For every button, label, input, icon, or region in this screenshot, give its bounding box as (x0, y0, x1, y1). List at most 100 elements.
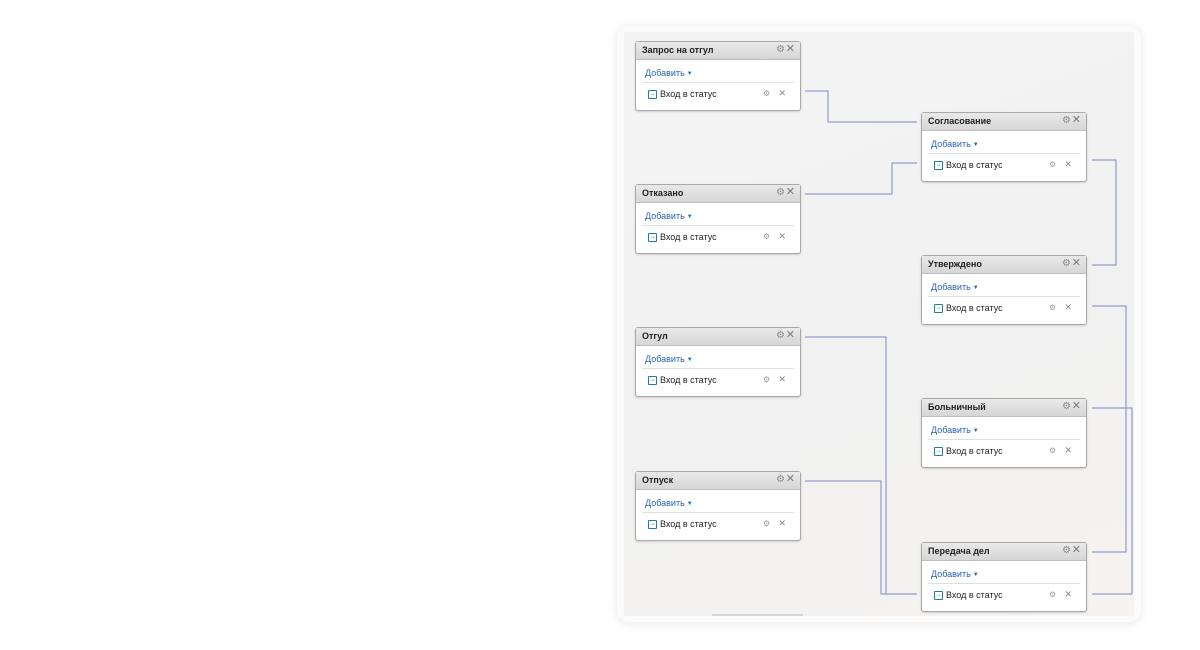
action-label: Вход в статус (660, 232, 717, 242)
gear-icon[interactable]: ⚙ (1049, 303, 1056, 312)
close-icon[interactable]: ✕ (778, 374, 786, 385)
close-icon[interactable]: ✕ (1072, 114, 1081, 127)
gear-icon[interactable]: ⚙ (1049, 590, 1056, 599)
status-node-bolnichny[interactable]: Больничный ⚙ ✕ Добавить ▼ → Вход в статус… (921, 398, 1087, 468)
status-node-otpusk[interactable]: Отпуск ⚙ ✕ Добавить ▼ → Вход в статус ⚙ ✕ (635, 471, 801, 541)
divider (928, 439, 1080, 440)
add-dropdown[interactable]: Добавить ▼ (645, 498, 693, 508)
gear-icon[interactable]: ⚙ (1049, 446, 1056, 455)
gear-icon[interactable]: ⚙ (763, 375, 770, 384)
enter-status-icon: → (934, 447, 943, 456)
close-icon[interactable]: ✕ (778, 231, 786, 242)
close-icon[interactable]: ✕ (1064, 445, 1072, 456)
gear-icon[interactable]: ⚙ (1049, 160, 1056, 169)
node-header[interactable]: Отказано ⚙ ✕ (636, 185, 800, 203)
action-label: Вход в статус (660, 519, 717, 529)
enter-status-icon: → (648, 520, 657, 529)
node-header[interactable]: Отпуск ⚙ ✕ (636, 472, 800, 490)
action-row-enter-status[interactable]: → Вход в статус ⚙ ✕ (648, 518, 794, 531)
add-dropdown[interactable]: Добавить ▼ (931, 569, 979, 579)
divider (642, 225, 794, 226)
add-dropdown[interactable]: Добавить ▼ (931, 425, 979, 435)
caret-down-icon: ▼ (972, 285, 979, 291)
close-icon[interactable]: ✕ (1072, 544, 1081, 557)
caret-down-icon: ▼ (686, 214, 693, 220)
close-icon[interactable]: ✕ (786, 473, 795, 486)
add-label: Добавить (645, 498, 685, 508)
caret-down-icon: ▼ (686, 357, 693, 363)
add-label: Добавить (931, 569, 971, 579)
action-label: Вход в статус (946, 590, 1003, 600)
add-dropdown[interactable]: Добавить ▼ (645, 68, 693, 78)
add-label: Добавить (931, 425, 971, 435)
action-row-enter-status[interactable]: → Вход в статус ⚙ ✕ (934, 159, 1080, 172)
node-title: Запрос на отгул (642, 45, 714, 55)
enter-status-icon: → (648, 90, 657, 99)
node-header[interactable]: Больничный ⚙ ✕ (922, 399, 1086, 417)
gear-icon[interactable]: ⚙ (763, 89, 770, 98)
node-title: Согласование (928, 116, 992, 126)
status-node-otgul[interactable]: Отгул ⚙ ✕ Добавить ▼ → Вход в статус ⚙ ✕ (635, 327, 801, 397)
status-node-utverzhdeno[interactable]: Утверждено ⚙ ✕ Добавить ▼ → Вход в статус… (921, 255, 1087, 325)
action-row-enter-status[interactable]: → Вход в статус ⚙ ✕ (934, 302, 1080, 315)
close-icon[interactable]: ✕ (1064, 589, 1072, 600)
close-icon[interactable]: ✕ (786, 43, 795, 56)
close-icon[interactable]: ✕ (778, 518, 786, 529)
node-header[interactable]: Утверждено ⚙ ✕ (922, 256, 1086, 274)
node-header[interactable]: Запрос на отгул ⚙ ✕ (636, 42, 800, 60)
add-label: Добавить (931, 282, 971, 292)
add-label: Добавить (931, 139, 971, 149)
caret-down-icon: ▼ (972, 142, 979, 148)
status-node-peredacha-del[interactable]: Передача дел ⚙ ✕ Добавить ▼ → Вход в стат… (921, 542, 1087, 612)
action-row-enter-status[interactable]: → Вход в статус ⚙ ✕ (934, 589, 1080, 602)
gear-icon[interactable]: ⚙ (776, 474, 785, 486)
node-title: Отпуск (642, 475, 674, 485)
gear-icon[interactable]: ⚙ (1062, 258, 1071, 270)
action-row-enter-status[interactable]: → Вход в статус ⚙ ✕ (934, 445, 1080, 458)
divider (642, 82, 794, 83)
gear-icon[interactable]: ⚙ (763, 519, 770, 528)
status-node-zapros[interactable]: Запрос на отгул ⚙ ✕ Добавить ▼ → Вход в с… (635, 41, 801, 111)
add-dropdown[interactable]: Добавить ▼ (931, 282, 979, 292)
close-icon[interactable]: ✕ (786, 329, 795, 342)
action-row-enter-status[interactable]: → Вход в статус ⚙ ✕ (648, 231, 794, 244)
node-header[interactable]: Передача дел ⚙ ✕ (922, 543, 1086, 561)
divider (928, 583, 1080, 584)
add-label: Добавить (645, 68, 685, 78)
divider (928, 296, 1080, 297)
node-header[interactable]: Отгул ⚙ ✕ (636, 328, 800, 346)
divider (928, 153, 1080, 154)
caret-down-icon: ▼ (972, 428, 979, 434)
add-dropdown[interactable]: Добавить ▼ (645, 354, 693, 364)
add-dropdown[interactable]: Добавить ▼ (645, 211, 693, 221)
divider (642, 368, 794, 369)
status-node-soglasovanie[interactable]: Согласование ⚙ ✕ Добавить ▼ → Вход в стат… (921, 112, 1087, 182)
status-node-otkazano[interactable]: Отказано ⚙ ✕ Добавить ▼ → Вход в статус ⚙… (635, 184, 801, 254)
action-label: Вход в статус (946, 303, 1003, 313)
gear-icon[interactable]: ⚙ (1062, 401, 1071, 413)
close-icon[interactable]: ✕ (1072, 257, 1081, 270)
close-icon[interactable]: ✕ (1064, 159, 1072, 170)
gear-icon[interactable]: ⚙ (1062, 545, 1071, 557)
add-dropdown[interactable]: Добавить ▼ (931, 139, 979, 149)
node-title: Отказано (642, 188, 684, 198)
caret-down-icon: ▼ (686, 71, 693, 77)
enter-status-icon: → (648, 376, 657, 385)
gear-icon[interactable]: ⚙ (1062, 115, 1071, 127)
node-title: Передача дел (928, 546, 990, 556)
gear-icon[interactable]: ⚙ (776, 44, 785, 56)
action-row-enter-status[interactable]: → Вход в статус ⚙ ✕ (648, 374, 794, 387)
close-icon[interactable]: ✕ (1072, 400, 1081, 413)
close-icon[interactable]: ✕ (1064, 302, 1072, 313)
close-icon[interactable]: ✕ (778, 88, 786, 99)
enter-status-icon: → (934, 304, 943, 313)
caret-down-icon: ▼ (972, 572, 979, 578)
caret-down-icon: ▼ (686, 501, 693, 507)
gear-icon[interactable]: ⚙ (776, 187, 785, 199)
action-row-enter-status[interactable]: → Вход в статус ⚙ ✕ (648, 88, 794, 101)
gear-icon[interactable]: ⚙ (776, 330, 785, 342)
gear-icon[interactable]: ⚙ (763, 232, 770, 241)
enter-status-icon: → (934, 591, 943, 600)
close-icon[interactable]: ✕ (786, 186, 795, 199)
node-header[interactable]: Согласование ⚙ ✕ (922, 113, 1086, 131)
